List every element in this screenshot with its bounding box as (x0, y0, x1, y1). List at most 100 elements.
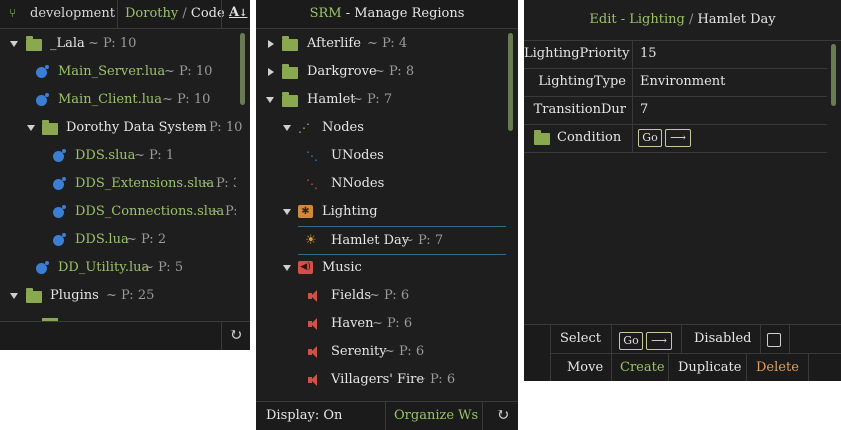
folder-icon (282, 64, 298, 79)
sort-az-button[interactable]: A↓ (229, 5, 247, 20)
delete-button[interactable]: Delete (756, 360, 799, 375)
region-row-nodes[interactable]: ⋰ Nodes (256, 114, 506, 142)
region-priority: ~ P: 7 (403, 233, 444, 248)
expand-arrow-icon[interactable] (266, 97, 274, 103)
collapse-arrow-icon[interactable] (268, 40, 274, 48)
duplicate-button[interactable]: Duplicate (678, 360, 741, 375)
tree-label: DDS.lua (75, 232, 129, 247)
regions-scrollbar[interactable] (508, 33, 513, 131)
explorer-scrollbar[interactable] (240, 33, 245, 105)
expand-arrow-icon[interactable] (27, 125, 35, 131)
region-row-darkgrove[interactable]: Darkgrove ~ P: 8 (256, 58, 506, 86)
sun-icon: ☀ (305, 233, 317, 248)
tree-row-dds-lua[interactable]: DDS.lua ~ P: 2 (0, 226, 236, 254)
prop-value[interactable]: 15 (640, 40, 657, 68)
select-link-button[interactable]: ⟶ (646, 332, 672, 350)
tree-label: Plugins (50, 288, 99, 303)
lua-file-icon (36, 65, 49, 78)
region-row-unodes[interactable]: ⋱ UNodes (256, 142, 506, 170)
region-row-serenity[interactable]: Serenity ~ P: 6 (256, 338, 506, 366)
expand-arrow-icon[interactable] (283, 209, 291, 215)
display-toggle[interactable]: Display: On (266, 408, 342, 423)
tree-priority: ~ P: 10 (164, 64, 213, 79)
region-label: Darkgrove (307, 64, 377, 79)
nnodes-icon: ⋱ (306, 177, 318, 191)
prop-value[interactable]: Environment (640, 68, 725, 96)
collapse-arrow-icon[interactable] (268, 68, 274, 76)
display-value: On (323, 408, 343, 423)
tree-label: _Lala (50, 36, 85, 51)
mode-toggle[interactable]: Dorothy / Code (125, 6, 225, 21)
select-go-button[interactable]: Go (619, 332, 643, 350)
tree-row-lala[interactable]: _Lala ~ P: 10 (0, 30, 236, 58)
speaker-icon (308, 318, 317, 330)
prop-key: LightingType (538, 74, 626, 89)
region-row-hamlet[interactable]: Hamlet ~ P: 7 (256, 86, 506, 114)
region-row-villagers-fire[interactable]: Villagers' Fire ~ P: 6 (256, 366, 506, 394)
regions-footer: Display: On Organize Ws ↻ (256, 401, 518, 430)
expand-arrow-icon[interactable] (10, 41, 18, 47)
expand-arrow-icon[interactable] (283, 125, 291, 131)
tree-priority: ~ P: 10 (162, 92, 211, 107)
folder-icon (282, 36, 298, 51)
tree-priority: ~ P: 10 (194, 120, 243, 135)
unodes-icon: ⋱ (306, 149, 318, 163)
region-row-fields[interactable]: Fields ~ P: 6 (256, 282, 506, 310)
move-button[interactable]: Move (567, 360, 603, 375)
explorer-panel: ⑂ development Dorothy / Code A↓ _Lala ~ … (0, 0, 250, 350)
region-row-afterlife[interactable]: Afterlife ~ P: 4 (256, 30, 506, 58)
region-row-hamlet-day[interactable]: ☀ Hamlet Day ~ P: 7 (298, 226, 506, 255)
tree-row-main-server[interactable]: Main_Server.lua ~ P: 10 (0, 58, 236, 86)
region-priority: ~ P: 6 (384, 344, 425, 359)
create-button[interactable]: Create (620, 360, 665, 375)
tree-priority: ~ P: 1 (134, 148, 175, 163)
folder-icon (26, 288, 42, 303)
tree-priority: ~ P: 5 (143, 260, 184, 275)
region-label: Afterlife (307, 36, 361, 51)
condition-link-button[interactable]: ⟶ (665, 129, 691, 147)
editor-title-sep: / (684, 12, 698, 27)
tree-row-dd-utility[interactable]: DD_Utility.lua ~ P: 5 (0, 254, 236, 282)
lua-file-icon (36, 261, 49, 274)
expand-arrow-icon[interactable] (283, 265, 291, 271)
explorer-toolbar: ⑂ development Dorothy / Code A↓ (0, 0, 250, 29)
tree-row-dorothy-data-system[interactable]: Dorothy Data System ~ P: 10 (0, 114, 242, 142)
region-priority: ~ P: 6 (415, 372, 456, 387)
arrow-right-icon: ⟶ (670, 131, 686, 144)
prop-row-lighting-priority[interactable]: LightingPriority 15 (524, 40, 827, 68)
regions-panel: SRM - Manage Regions Afterlife ~ P: 4 Da… (256, 0, 518, 430)
region-row-music[interactable]: ◀) Music (256, 254, 506, 282)
region-label: Fields (331, 288, 372, 303)
organize-ws-button[interactable]: Organize Ws (394, 408, 478, 423)
folder-icon (282, 92, 298, 107)
tree-row-plugins[interactable]: Plugins ~ P: 25 (0, 282, 236, 310)
disabled-checkbox[interactable] (767, 333, 781, 347)
tree-row-dds-extensions[interactable]: DDS_Extensions.slua ~ P: 3 (0, 170, 236, 198)
expand-arrow-icon[interactable] (10, 293, 18, 299)
tree-row-main-client[interactable]: Main_Client.lua ~ P: 10 (0, 86, 236, 114)
tree-row-dds-slua[interactable]: DDS.slua ~ P: 1 (0, 142, 236, 170)
tree-row-dds-connections[interactable]: DDS_Connections.slua ~ P: 4 (0, 198, 236, 226)
prop-row-lighting-type[interactable]: LightingType Environment (524, 68, 827, 96)
refresh-icon[interactable]: ↻ (496, 405, 509, 424)
region-label: Haven (331, 316, 374, 331)
refresh-icon[interactable]: ↻ (229, 325, 242, 344)
region-row-haven[interactable]: Haven ~ P: 6 (256, 310, 506, 338)
prop-row-transition-dur[interactable]: TransitionDur 7 (524, 96, 827, 124)
editor-header: Edit - Lighting / Hamlet Day (524, 0, 841, 41)
disabled-label: Disabled (694, 331, 752, 346)
condition-go-button[interactable]: Go (638, 129, 662, 147)
tree-label: DD_Utility.lua (58, 260, 150, 275)
speaker-icon (308, 290, 317, 302)
lua-file-icon (53, 149, 66, 162)
prop-row-condition[interactable]: Condition Go ⟶ (524, 124, 827, 152)
git-branch-icon[interactable]: ⑂ (9, 6, 16, 20)
branch-name[interactable]: development (30, 6, 115, 21)
nodes-icon: ⋰ (298, 121, 310, 135)
folder-icon (534, 130, 550, 145)
region-row-nnodes[interactable]: ⋱ NNodes (256, 170, 506, 198)
lua-file-icon (53, 177, 66, 190)
region-row-lighting[interactable]: ✱ Lighting (256, 198, 506, 226)
editor-scrollbar[interactable] (831, 44, 836, 106)
prop-value[interactable]: 7 (640, 96, 648, 124)
